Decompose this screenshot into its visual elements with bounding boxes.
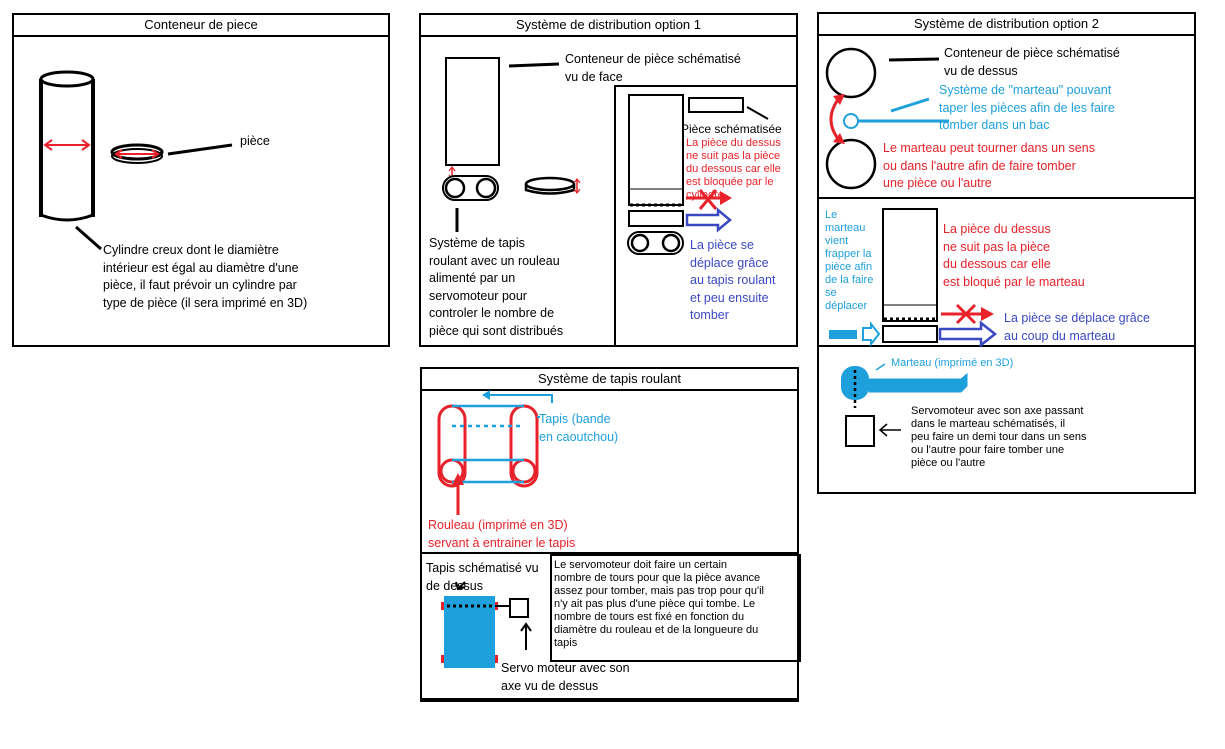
panel-option1: Système de distribution option 1 Contene… [419,13,798,347]
piece-schematic-label: Pièce schématisée [681,122,782,136]
hammer-system-description: Système de "marteau" pouvant taper les p… [939,83,1115,132]
container-front-label: Conteneur de pièce schématisé vu de face [565,52,741,84]
option1-blue-note: La pièce se déplace grâce au tapis roula… [690,238,776,322]
roller-label: Rouleau (imprimé en 3D) servant à entrai… [428,518,576,550]
option2-red-note: La pièce du dessus ne suit pas la pièce … [943,222,1085,289]
piece-label: pièce [240,134,270,148]
belt-label: Tapis (bande en caoutchou) [539,412,619,444]
servo-motor-label: Servo moteur avec son axe vu de dessus [501,661,630,693]
container-top-label: Conteneur de pièce schématisé vu de dess… [944,46,1120,78]
option1-detail-box: Pièce schématisée La pièce du dessus ne … [614,85,798,347]
rotate-note: Le marteau peut tourner dans un sens ou … [883,141,1095,190]
panel-option2: Système de distribution option 2 Contene… [817,12,1196,494]
belt-bottom-box: Tapis schématisé vu de dessus Servo mote… [420,552,801,702]
panel-container: Conteneur de piece pièce Cylindre creux … [12,13,390,347]
panel-belt: Système de tapis roulant Tapis (bande en… [420,367,801,702]
hammer-label: Marteau (imprimé en 3D) [891,357,1014,369]
option2-blue-note: La pièce se déplace grâce au coup du mar… [1004,311,1150,343]
belt-system-description: Système de tapis roulant avec un rouleau… [429,236,564,338]
option2-middle-box: Le marteau vient frapper la pièce afin d… [817,197,1196,348]
turns-description: Le servomoteur doit faire un certain nom… [554,559,764,649]
hammer-side-note: Le marteau vient frapper la pièce afin d… [825,209,874,312]
top-view-label: Tapis schématisé vu de dessus [426,561,539,593]
cylinder-description: Cylindre creux dont le diamiètre intérie… [103,243,308,310]
servo-description: Servomoteur avec son axe passant dans le… [911,405,1087,469]
option1-red-note: La pièce du dessus ne suit pas la pièce … [686,137,781,201]
